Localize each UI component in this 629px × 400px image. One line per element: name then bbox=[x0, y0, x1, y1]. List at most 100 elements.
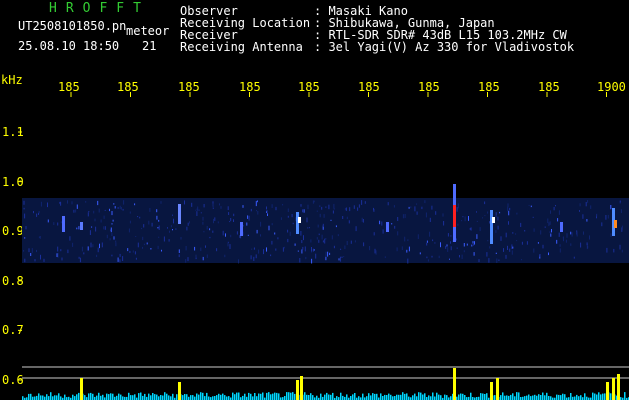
noise-speck bbox=[358, 204, 360, 208]
meteor-echo bbox=[80, 222, 83, 230]
noise-speck bbox=[40, 254, 41, 260]
noise-speck bbox=[495, 215, 497, 217]
noise-speck bbox=[90, 242, 92, 248]
noise-speck bbox=[30, 253, 32, 256]
noise-speck bbox=[141, 227, 143, 230]
level-bar bbox=[208, 396, 210, 400]
noise-speck bbox=[170, 225, 172, 228]
noise-speck bbox=[34, 259, 36, 262]
noise-speck bbox=[113, 203, 115, 205]
noise-speck bbox=[394, 225, 396, 229]
noise-speck bbox=[571, 232, 573, 237]
noise-speck bbox=[142, 236, 144, 241]
level-bar bbox=[502, 392, 504, 400]
noise-speck bbox=[462, 216, 464, 218]
noise-speck bbox=[456, 207, 458, 212]
noise-speck bbox=[127, 248, 129, 252]
level-bar bbox=[372, 393, 374, 400]
noise-speck bbox=[547, 218, 549, 224]
noise-speck bbox=[23, 207, 25, 210]
meteor-echo bbox=[453, 205, 456, 227]
level-bar bbox=[260, 393, 262, 400]
noise-speck bbox=[294, 243, 296, 246]
noise-speck bbox=[47, 202, 48, 208]
noise-speck bbox=[533, 248, 535, 253]
level-bar bbox=[328, 394, 330, 400]
level-bar bbox=[346, 394, 348, 400]
noise-speck bbox=[129, 250, 131, 253]
noise-speck bbox=[434, 242, 436, 244]
level-bar bbox=[242, 395, 244, 400]
noise-speck bbox=[266, 247, 267, 252]
noise-speck bbox=[319, 205, 321, 207]
level-bar bbox=[540, 395, 542, 400]
noise-speck bbox=[156, 209, 158, 213]
level-bar bbox=[306, 394, 308, 400]
noise-speck bbox=[24, 213, 26, 219]
noise-speck bbox=[487, 239, 489, 242]
noise-speck bbox=[570, 231, 572, 235]
noise-speck bbox=[484, 201, 486, 205]
noise-speck bbox=[196, 208, 198, 210]
level-bar bbox=[602, 393, 604, 400]
level-bar bbox=[506, 395, 508, 400]
level-bar bbox=[284, 396, 286, 400]
noise-speck bbox=[391, 223, 393, 225]
noise-speck bbox=[178, 249, 180, 253]
noise-speck bbox=[36, 213, 38, 217]
level-bar bbox=[404, 393, 406, 400]
level-bar bbox=[350, 396, 352, 400]
noise-speck bbox=[426, 240, 428, 243]
noise-speck bbox=[408, 206, 410, 209]
noise-speck bbox=[115, 242, 117, 247]
noise-speck bbox=[301, 240, 303, 244]
noise-speck bbox=[457, 223, 459, 226]
noise-speck bbox=[310, 239, 312, 243]
level-bar bbox=[212, 396, 214, 400]
noise-speck bbox=[495, 252, 497, 254]
noise-speck bbox=[111, 223, 113, 225]
level-bar bbox=[508, 395, 510, 400]
noise-speck bbox=[158, 236, 160, 238]
level-bar bbox=[564, 394, 566, 400]
noise-speck bbox=[89, 230, 91, 235]
noise-speck bbox=[161, 249, 162, 252]
noise-speck bbox=[450, 246, 452, 251]
level-bar bbox=[418, 392, 420, 400]
level-bar bbox=[160, 395, 162, 400]
level-bar bbox=[172, 393, 174, 400]
noise-speck bbox=[78, 226, 80, 230]
noise-speck bbox=[461, 254, 463, 260]
noise-speck bbox=[558, 210, 560, 215]
level-bar bbox=[510, 394, 512, 400]
noise-speck bbox=[507, 203, 509, 208]
noise-speck bbox=[421, 206, 423, 210]
noise-speck bbox=[263, 249, 264, 255]
noise-speck bbox=[87, 212, 89, 217]
level-bar bbox=[278, 393, 280, 400]
noise-speck bbox=[345, 207, 347, 211]
level-bar bbox=[482, 393, 484, 400]
level-bar bbox=[148, 393, 150, 400]
noise-speck bbox=[178, 254, 180, 258]
meteor-echo bbox=[490, 210, 493, 244]
level-bar bbox=[354, 393, 356, 400]
noise-speck bbox=[397, 217, 399, 221]
noise-speck bbox=[47, 219, 49, 223]
noise-speck bbox=[416, 211, 418, 215]
level-bar bbox=[438, 394, 440, 400]
noise-speck bbox=[299, 258, 301, 263]
level-bar bbox=[516, 392, 518, 400]
noise-speck bbox=[100, 219, 102, 223]
noise-speck bbox=[582, 214, 584, 219]
noise-speck bbox=[96, 254, 98, 257]
level-bar bbox=[578, 396, 580, 400]
noise-speck bbox=[619, 200, 621, 203]
noise-speck bbox=[172, 214, 173, 216]
noise-speck bbox=[219, 203, 220, 206]
level-bar bbox=[250, 393, 252, 400]
noise-speck bbox=[83, 252, 85, 255]
level-bar bbox=[374, 393, 376, 400]
noise-speck bbox=[384, 256, 386, 258]
noise-speck bbox=[24, 237, 26, 239]
